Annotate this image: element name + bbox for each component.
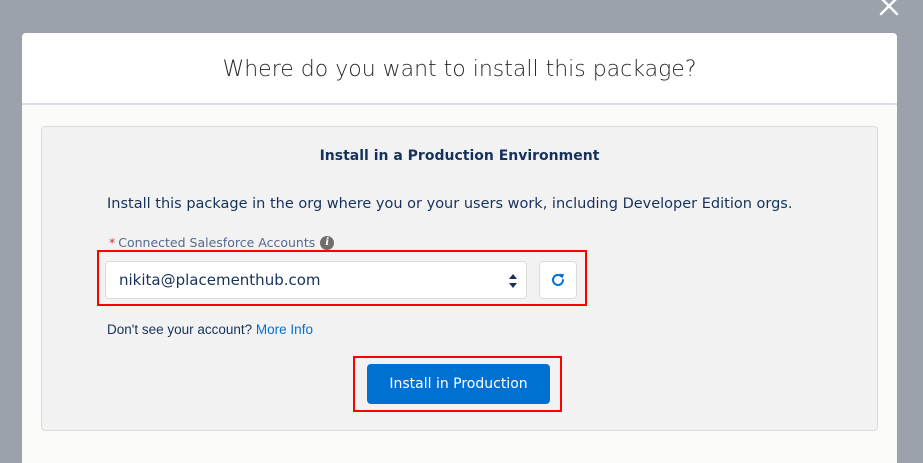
card-description: Install this package in the org where yo… — [107, 196, 793, 212]
help-line: Don't see your account? More Info — [107, 322, 313, 337]
help-text: Don't see your account? — [107, 322, 256, 337]
production-environment-card: Install in a Production Environment Inst… — [41, 126, 878, 431]
selected-account-value: nikita@placementhub.com — [119, 271, 321, 289]
modal-title: Where do you want to install this packag… — [222, 56, 697, 82]
install-in-production-button[interactable]: Install in Production — [367, 364, 550, 404]
close-icon[interactable] — [877, 0, 901, 18]
modal-body: Install in a Production Environment Inst… — [22, 105, 897, 463]
install-package-modal: Where do you want to install this packag… — [22, 33, 897, 463]
info-icon[interactable]: i — [320, 235, 335, 250]
connected-accounts-label-text: Connected Salesforce Accounts — [118, 235, 316, 250]
refresh-icon — [552, 273, 564, 286]
select-arrows-icon — [509, 274, 517, 288]
connected-accounts-select[interactable]: nikita@placementhub.com — [105, 261, 527, 299]
more-info-link[interactable]: More Info — [256, 322, 313, 337]
refresh-accounts-button[interactable] — [539, 261, 577, 299]
modal-header: Where do you want to install this packag… — [22, 33, 897, 105]
card-heading: Install in a Production Environment — [319, 148, 600, 164]
required-marker: * — [109, 235, 116, 250]
connected-accounts-label: * Connected Salesforce Accounts i — [109, 235, 335, 250]
